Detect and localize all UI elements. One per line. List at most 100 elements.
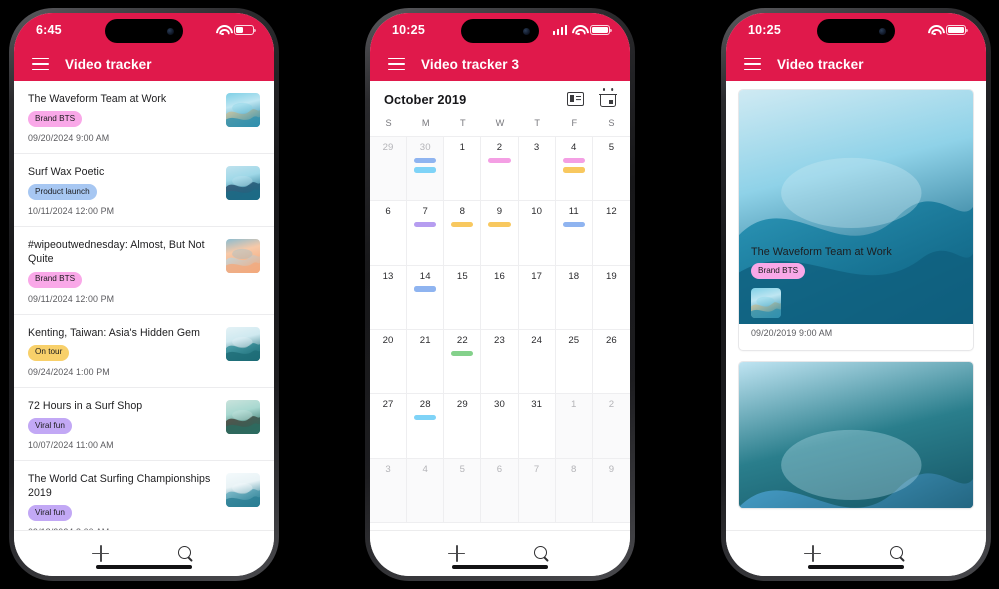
calendar-day-cell[interactable]: 8	[444, 201, 482, 266]
calendar-day-cell[interactable]: 8	[555, 458, 593, 523]
card-thumbnail	[751, 287, 781, 318]
calendar-day-number: 18	[568, 270, 580, 282]
calendar-day-cell[interactable]: 3	[370, 458, 408, 523]
calendar-event-bar[interactable]	[562, 157, 585, 163]
status-badge: Product launch	[28, 184, 97, 201]
calendar-day-cell[interactable]: 7	[518, 458, 556, 523]
calendar-day-cell[interactable]: 6	[481, 458, 519, 523]
hamburger-menu-icon[interactable]	[388, 57, 405, 71]
calendar-day-cell[interactable]: 20	[370, 330, 408, 395]
list-item[interactable]: 72 Hours in a Surf Shop Viral fun 10/07/…	[14, 388, 274, 461]
calendar-day-cell[interactable]: 19	[592, 266, 630, 330]
calendar-view-icon[interactable]	[599, 87, 617, 107]
calendar-day-cell[interactable]: 9	[481, 201, 519, 266]
calendar-day-cell[interactable]: 25	[555, 330, 593, 395]
calendar-day-cell[interactable]: 30	[407, 137, 445, 202]
plus-icon[interactable]	[804, 545, 822, 562]
calendar-day-cell[interactable]: 4	[555, 137, 593, 202]
list-item[interactable]: #wipeoutwednesday: Almost, But Not Quite…	[14, 227, 274, 315]
calendar-day-cell[interactable]: 21	[407, 330, 445, 395]
calendar-day-cell[interactable]: 7	[407, 201, 445, 266]
calendar-day-number: 8	[571, 463, 577, 475]
calendar-day-cell[interactable]: 11	[555, 201, 593, 266]
list-item-title: 72 Hours in a Surf Shop	[28, 399, 143, 412]
dynamic-island	[817, 19, 895, 43]
calendar-event-bar[interactable]	[414, 286, 437, 292]
calendar-day-cell[interactable]: 24	[518, 330, 556, 395]
calendar-day-cell[interactable]: 18	[555, 265, 593, 330]
search-icon[interactable]	[533, 545, 550, 562]
calendar-day-cell[interactable]: 28	[407, 394, 445, 459]
status-time: 10:25	[748, 23, 781, 37]
calendar-day-cell[interactable]: 29	[444, 394, 482, 459]
list-item-content: The World Cat Surfing Championships 2019…	[28, 472, 216, 530]
video-card-list[interactable]: The Waveform Team at Work Brand BTS 09/2…	[726, 81, 986, 530]
calendar-event-bar[interactable]	[451, 350, 474, 356]
calendar-day-cell[interactable]: 26	[592, 330, 630, 395]
calendar-day-cell[interactable]: 27	[370, 394, 408, 459]
calendar-day-number: 30	[494, 399, 505, 411]
agenda-view-icon[interactable]	[567, 92, 584, 106]
calendar-day-cell[interactable]: 1	[555, 394, 593, 459]
calendar-day-cell[interactable]: 6	[370, 201, 408, 266]
dynamic-island	[461, 19, 539, 43]
calendar-day-cell[interactable]: 13	[370, 265, 408, 330]
list-item[interactable]: Surf Wax Poetic Product launch 10/11/202…	[14, 154, 274, 228]
home-indicator	[452, 564, 548, 569]
calendar-event-bar[interactable]	[414, 167, 437, 173]
calendar-day-number: 6	[385, 206, 391, 218]
calendar-day-cell[interactable]: 23	[481, 330, 519, 395]
list-item[interactable]: The World Cat Surfing Championships 2019…	[14, 461, 274, 530]
calendar-day-cell[interactable]: 2	[592, 394, 630, 459]
calendar-day-cell[interactable]: 5	[444, 458, 482, 523]
calendar-day-cell[interactable]: 15	[444, 265, 482, 330]
calendar-event-bar[interactable]	[488, 157, 511, 163]
calendar-day-cell[interactable]: 12	[592, 201, 630, 266]
calendar-day-cell[interactable]: 30	[481, 394, 519, 459]
calendar-day-cell[interactable]: 3	[518, 137, 556, 202]
plus-icon[interactable]	[92, 545, 110, 562]
calendar-event-bar[interactable]	[414, 414, 437, 421]
calendar-event-bar[interactable]	[414, 221, 437, 228]
calendar-day-cell[interactable]: 5	[592, 137, 630, 202]
calendar-day-number: 6	[496, 463, 503, 475]
calendar-day-number: 4	[571, 142, 577, 153]
video-card[interactable]	[738, 360, 974, 509]
search-icon[interactable]	[889, 545, 906, 562]
video-list[interactable]: The Waveform Team at Work Brand BTS 09/2…	[14, 81, 274, 530]
calendar-event-bar[interactable]	[562, 167, 585, 173]
calendar-day-cell[interactable]: 10	[518, 201, 556, 266]
battery-icon	[234, 25, 257, 35]
front-camera-icon	[879, 27, 886, 35]
calendar-day-cell[interactable]: 2	[481, 137, 519, 202]
calendar-grid[interactable]: 29 30 1 2 3 4 5 6 7 8 9 10 11 12 13 14 15 16 17 18 19 20 21 22 2…	[370, 136, 630, 523]
list-item-thumbnail	[226, 93, 260, 127]
calendar-day-number: 11	[568, 206, 579, 218]
phone-device-list: 6:45 Video tracker The Waveform Team at …	[9, 8, 279, 581]
calendar-event-bar[interactable]	[562, 221, 585, 228]
calendar-day-cell[interactable]: 29	[370, 137, 408, 202]
calendar-day-cell[interactable]: 14	[407, 265, 445, 330]
phone-screen-calendar: 10:25 Video tracker 3 October 2019 S M T…	[370, 13, 630, 576]
calendar-day-number: 2	[496, 142, 503, 153]
calendar-event-bar[interactable]	[488, 221, 511, 228]
list-item[interactable]: Kenting, Taiwan: Asia's Hidden Gem On to…	[14, 315, 274, 388]
card-hero-image	[739, 90, 973, 324]
calendar-day-cell[interactable]: 17	[518, 265, 556, 330]
weekday-label: S	[385, 118, 392, 128]
calendar-day-cell[interactable]: 31	[518, 394, 556, 459]
hamburger-menu-icon[interactable]	[32, 57, 49, 71]
calendar-day-cell[interactable]: 4	[407, 458, 445, 523]
calendar-event-bar[interactable]	[414, 157, 437, 163]
plus-icon[interactable]	[448, 545, 466, 562]
calendar-day-cell[interactable]: 9	[592, 458, 630, 523]
hamburger-menu-icon[interactable]	[744, 57, 761, 71]
search-icon[interactable]	[177, 545, 194, 562]
calendar-event-bar[interactable]	[451, 221, 474, 228]
calendar-day-cell[interactable]: 16	[481, 265, 519, 330]
calendar-day-number: 29	[456, 399, 468, 411]
calendar-day-cell[interactable]: 22	[444, 330, 482, 395]
list-item[interactable]: The Waveform Team at Work Brand BTS 09/2…	[14, 81, 274, 155]
video-card[interactable]: The Waveform Team at Work Brand BTS 09/2…	[738, 89, 974, 351]
calendar-day-cell[interactable]: 1	[444, 137, 482, 202]
